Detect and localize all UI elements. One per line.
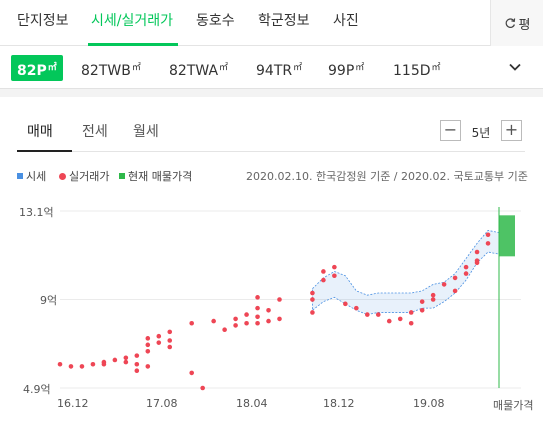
trade-point bbox=[310, 310, 315, 315]
listing-price-range bbox=[499, 215, 515, 257]
trade-point bbox=[321, 277, 326, 283]
trade-point bbox=[452, 288, 458, 294]
trade-point bbox=[222, 327, 227, 333]
trade-point bbox=[112, 357, 118, 363]
trade-point bbox=[145, 336, 151, 341]
trade-point bbox=[200, 385, 205, 391]
trade-point bbox=[244, 312, 249, 317]
market-price-band bbox=[312, 229, 500, 316]
trade-point bbox=[419, 299, 425, 304]
price-chart bbox=[57, 207, 521, 391]
trade-point bbox=[441, 282, 447, 287]
trade-point bbox=[123, 359, 129, 365]
trade-point bbox=[211, 318, 216, 324]
trade-point bbox=[354, 305, 359, 311]
trade-point bbox=[277, 316, 282, 322]
trade-point bbox=[332, 273, 337, 279]
trade-point bbox=[255, 295, 260, 300]
trade-point bbox=[255, 305, 260, 311]
trade-point bbox=[57, 361, 63, 367]
trade-point bbox=[79, 364, 85, 369]
trade-point bbox=[145, 349, 151, 354]
trade-point bbox=[233, 316, 238, 322]
trade-point bbox=[452, 275, 458, 281]
trade-point bbox=[90, 361, 96, 367]
trade-point bbox=[167, 344, 173, 350]
trade-point bbox=[386, 318, 392, 324]
trade-point bbox=[310, 290, 315, 296]
trade-point bbox=[463, 271, 469, 276]
trade-point bbox=[101, 361, 107, 367]
trade-point bbox=[343, 301, 348, 307]
trade-point bbox=[233, 323, 238, 328]
trade-point bbox=[277, 297, 282, 302]
trade-point bbox=[485, 241, 491, 246]
trade-point bbox=[430, 292, 436, 298]
trade-point bbox=[255, 320, 260, 326]
trade-point bbox=[474, 260, 480, 266]
trade-point bbox=[134, 368, 140, 374]
trade-point bbox=[244, 320, 249, 326]
trade-point bbox=[167, 338, 173, 343]
trade-point bbox=[332, 264, 337, 270]
trade-point bbox=[321, 269, 326, 274]
trade-point bbox=[123, 355, 129, 361]
trade-point bbox=[365, 312, 370, 317]
trade-point bbox=[266, 307, 271, 313]
trade-point bbox=[68, 364, 74, 369]
trade-point bbox=[145, 342, 151, 348]
trade-point bbox=[266, 318, 271, 324]
trade-point bbox=[167, 329, 173, 335]
trade-point bbox=[156, 333, 162, 339]
trade-point bbox=[134, 361, 140, 367]
trade-point bbox=[145, 364, 151, 369]
trade-point bbox=[397, 316, 403, 322]
trade-point bbox=[485, 232, 491, 238]
trade-point bbox=[375, 312, 381, 317]
trade-point bbox=[419, 307, 425, 313]
trade-point bbox=[408, 310, 414, 315]
trade-point bbox=[189, 370, 194, 376]
trade-point bbox=[189, 320, 194, 326]
trade-point bbox=[408, 320, 414, 326]
trade-point bbox=[134, 353, 140, 358]
trade-point bbox=[463, 264, 469, 270]
trade-point bbox=[255, 314, 260, 320]
trade-point bbox=[310, 297, 315, 302]
trade-point bbox=[430, 297, 436, 302]
trade-point bbox=[156, 340, 162, 345]
trade-point bbox=[474, 249, 480, 255]
